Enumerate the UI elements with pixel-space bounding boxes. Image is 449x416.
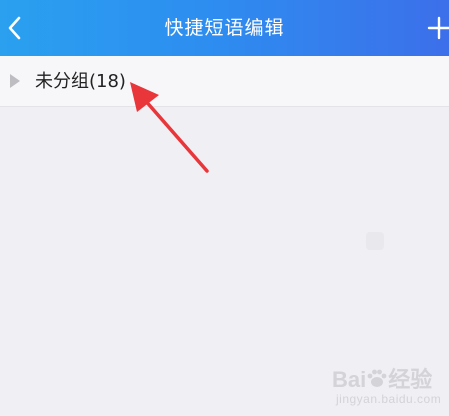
watermark-brand: Bai 经验 — [332, 362, 441, 394]
watermark-brand-text: Bai — [332, 367, 367, 392]
paw-icon — [367, 369, 387, 387]
watermark: Bai 经验 jingyan.baidu.com — [332, 362, 441, 406]
annotation-arrow — [130, 82, 209, 173]
watermark-tail-text: 经验 — [388, 367, 433, 392]
watermark-site: jingyan.baidu.com — [336, 392, 442, 406]
screen: 快捷短语编辑 未分组(18) Bai 经验 jingyan.baidu.com — [0, 0, 449, 416]
